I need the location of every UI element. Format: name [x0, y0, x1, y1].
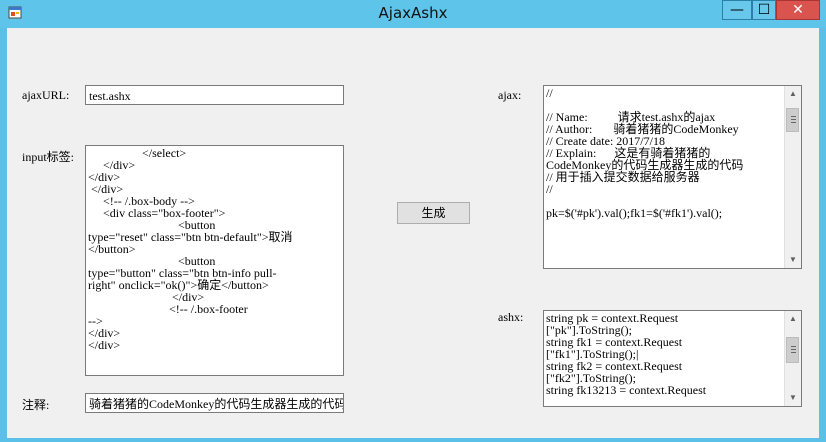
- ashx-output-box[interactable]: string pk = context.Request ["pk"].ToStr…: [543, 310, 802, 407]
- ajax-label: ajax:: [498, 88, 522, 102]
- ashx-scrollbar[interactable]: ▲ ▼: [784, 311, 801, 406]
- arrow-down-icon[interactable]: ▼: [785, 390, 801, 406]
- ashx-scroll-thumb[interactable]: [786, 337, 799, 363]
- title-bar: AjaxAshx — ☐ ✕: [0, 0, 826, 28]
- ajax-output-box[interactable]: // // Name: 请求test.ashx的ajax // Author: …: [543, 85, 802, 269]
- arrow-down-icon[interactable]: ▼: [785, 252, 801, 268]
- form-client-area: ajaxURL: test.ashx input标签: </select> </…: [7, 28, 819, 438]
- ashx-label: ashx:: [498, 310, 524, 324]
- close-button[interactable]: ✕: [776, 0, 820, 20]
- ajax-scrollbar[interactable]: ▲ ▼: [784, 86, 801, 268]
- ajax-output-text[interactable]: // // Name: 请求test.ashx的ajax // Author: …: [544, 86, 785, 268]
- generate-button[interactable]: 生成: [397, 202, 470, 224]
- ajaxurl-input[interactable]: test.ashx: [85, 85, 344, 105]
- input-tag-label: input标签:: [22, 150, 75, 164]
- note-label: 注释:: [22, 398, 50, 412]
- maximize-button[interactable]: ☐: [752, 0, 776, 20]
- ashx-output-text[interactable]: string pk = context.Request ["pk"].ToStr…: [544, 311, 785, 406]
- minimize-button[interactable]: —: [722, 0, 752, 20]
- note-input[interactable]: 骑着猪猪的CodeMonkey的代码生成器生成的代码: [85, 393, 344, 413]
- arrow-up-icon[interactable]: ▲: [785, 86, 801, 102]
- arrow-up-icon[interactable]: ▲: [785, 311, 801, 327]
- input-tag-textarea[interactable]: </select> </div> </div> </div> <!-- /.bo…: [85, 145, 344, 376]
- ajax-scroll-thumb[interactable]: [786, 108, 799, 132]
- window-bottom-border: [0, 438, 826, 442]
- window-title: AjaxAshx: [378, 4, 448, 22]
- ajaxurl-label: ajaxURL:: [22, 88, 70, 102]
